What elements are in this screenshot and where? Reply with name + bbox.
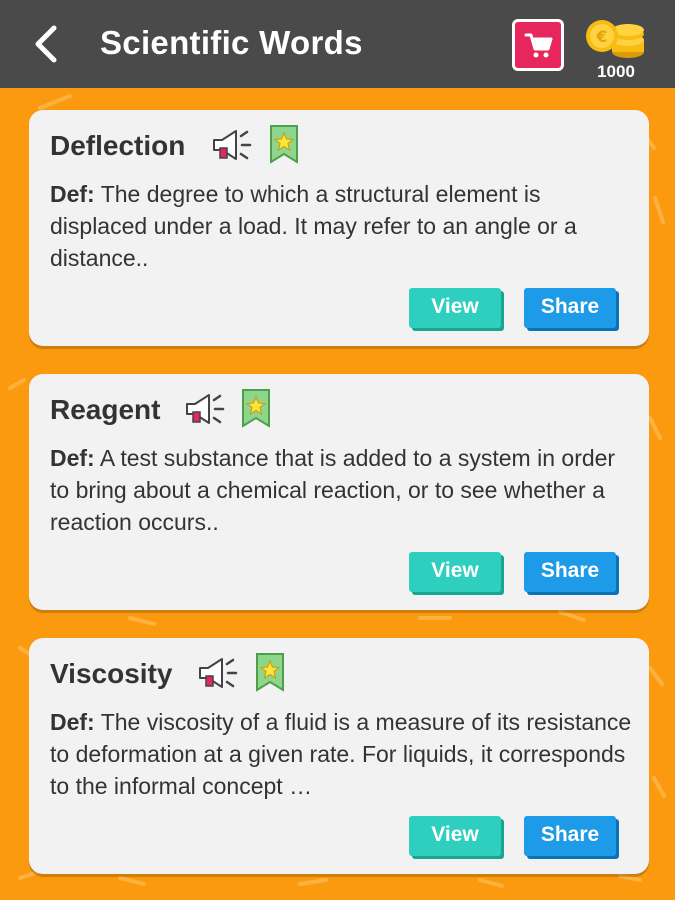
definition-text: Def: The degree to which a structural el… — [50, 178, 640, 274]
definition-text: Def: A test substance that is added to a… — [50, 442, 640, 538]
definition: The viscosity of a fluid is a measure of… — [50, 709, 632, 799]
bookmark-star-icon[interactable] — [269, 124, 299, 164]
top-bar: Scientific Words € 1000 — [0, 0, 675, 88]
definition: The degree to which a structural element… — [50, 181, 577, 271]
speaker-icon[interactable] — [184, 392, 226, 426]
bookmark-star-icon[interactable] — [255, 652, 285, 692]
view-button[interactable]: View — [409, 816, 501, 856]
definition: A test substance that is added to a syst… — [50, 445, 616, 535]
def-label: Def: — [50, 709, 95, 735]
definition-text: Def: The viscosity of a fluid is a measu… — [50, 706, 640, 802]
back-arrow-icon[interactable] — [28, 24, 68, 64]
view-button[interactable]: View — [409, 552, 501, 592]
page-title: Scientific Words — [100, 24, 363, 61]
def-label: Def: — [50, 445, 95, 471]
share-button[interactable]: Share — [524, 552, 616, 592]
word-card: Deflection Def: The degree to which a st… — [29, 110, 649, 346]
coins-icon: € — [586, 20, 644, 58]
def-label: Def: — [50, 181, 95, 207]
svg-text:€: € — [595, 27, 607, 46]
cart-icon — [524, 33, 553, 58]
speaker-icon[interactable] — [197, 656, 239, 690]
share-button[interactable]: Share — [524, 816, 616, 856]
word-card: Reagent Def: A test substance that is ad… — [29, 374, 649, 610]
word-card: Viscosity Def: The viscosity of a fluid … — [29, 638, 649, 874]
word-title: Reagent — [50, 394, 161, 425]
word-title: Viscosity — [50, 658, 173, 689]
share-button[interactable]: Share — [524, 288, 616, 328]
coin-count: 1000 — [597, 62, 635, 81]
view-button[interactable]: View — [409, 288, 501, 328]
bookmark-star-icon[interactable] — [241, 388, 271, 428]
speaker-icon[interactable] — [211, 128, 253, 162]
cart-button[interactable] — [512, 19, 564, 71]
word-title: Deflection — [50, 130, 186, 161]
